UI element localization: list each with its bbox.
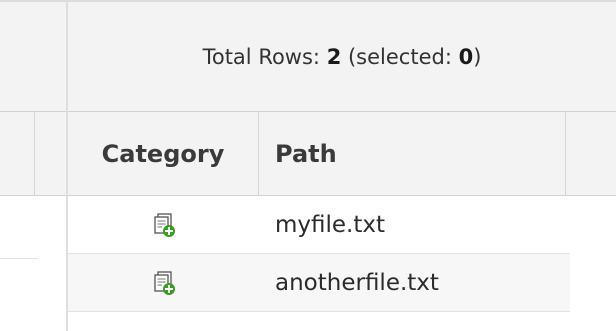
column-header-path[interactable]: Path	[259, 112, 566, 196]
total-rows-label: Total Rows:	[202, 44, 327, 69]
left-panel-header	[0, 0, 66, 112]
file-add-icon	[153, 270, 175, 295]
row-count-summary: Total Rows: 2 (selected: 0)	[68, 0, 616, 112]
path-cell: anotherfile.txt	[275, 269, 439, 296]
table-row[interactable]: myfile.txt	[68, 196, 570, 254]
left-grid-panel	[0, 0, 66, 331]
row-divider	[0, 258, 38, 259]
column-header-category[interactable]: Category	[68, 112, 259, 196]
file-grid-view: Total Rows: 2 (selected: 0) Category Pat…	[0, 0, 616, 331]
file-add-icon	[153, 212, 175, 237]
table-row[interactable]: anotherfile.txt	[68, 254, 570, 312]
grid-rows: myfile.txt anotherfile.txt	[68, 196, 616, 312]
category-cell	[68, 254, 259, 311]
selected-label: (selected:	[341, 44, 459, 69]
category-cell	[68, 196, 259, 253]
column-header-empty[interactable]	[566, 112, 616, 196]
changes-grid: Total Rows: 2 (selected: 0) Category Pat…	[68, 0, 616, 331]
left-panel-column-header[interactable]	[0, 112, 66, 196]
selected-count: 0	[458, 44, 474, 69]
column-divider[interactable]	[34, 112, 35, 196]
total-rows-count: 2	[326, 44, 342, 69]
column-header-row: Category Path	[68, 112, 616, 196]
selected-suffix: )	[473, 44, 482, 69]
path-cell: myfile.txt	[275, 211, 386, 238]
